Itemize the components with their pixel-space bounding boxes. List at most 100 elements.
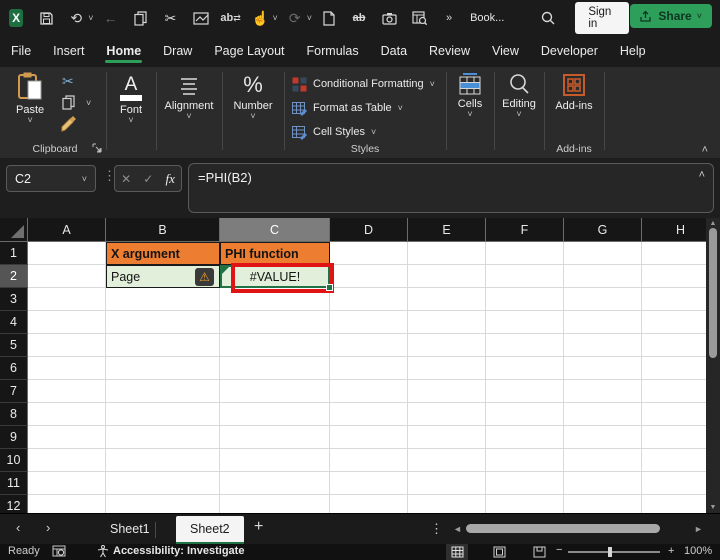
- cell-f4[interactable]: [486, 311, 564, 334]
- cell-f7[interactable]: [486, 380, 564, 403]
- cell-b7[interactable]: [106, 380, 220, 403]
- zoom-in-icon[interactable]: +: [668, 545, 674, 557]
- cell-f2[interactable]: [486, 265, 564, 288]
- cell-g11[interactable]: [564, 472, 642, 495]
- cell-c3[interactable]: [220, 288, 330, 311]
- cut-button[interactable]: ✂: [62, 73, 74, 90]
- cell-e10[interactable]: [408, 449, 486, 472]
- tab-insert[interactable]: Insert: [42, 38, 95, 66]
- column-header-d[interactable]: D: [330, 218, 408, 242]
- copy-dropdown-icon[interactable]: ˅: [86, 99, 91, 108]
- cell-a7[interactable]: [28, 380, 106, 403]
- column-header-g[interactable]: G: [564, 218, 642, 242]
- cell-g6[interactable]: [564, 357, 642, 380]
- cell-a6[interactable]: [28, 357, 106, 380]
- macro-record-icon[interactable]: [52, 545, 66, 557]
- cell-a9[interactable]: [28, 426, 106, 449]
- cut-icon[interactable]: ✂: [161, 6, 181, 30]
- cell-c4[interactable]: [220, 311, 330, 334]
- cell-d3[interactable]: [330, 288, 408, 311]
- cell-h6[interactable]: [642, 357, 706, 380]
- collapse-ribbon-icon[interactable]: ˄: [702, 144, 708, 156]
- cell-g7[interactable]: [564, 380, 642, 403]
- editing-dropdown-icon[interactable]: ˅: [516, 110, 521, 119]
- cell-b6[interactable]: [106, 357, 220, 380]
- cell-a5[interactable]: [28, 334, 106, 357]
- cell-e1[interactable]: [408, 242, 486, 265]
- cell-a2[interactable]: [28, 265, 106, 288]
- tab-draw[interactable]: Draw: [152, 38, 203, 66]
- cell-f5[interactable]: [486, 334, 564, 357]
- cell-e4[interactable]: [408, 311, 486, 334]
- number-button[interactable]: % Number ˅: [223, 73, 283, 121]
- sheet-tab-sheet2[interactable]: Sheet2: [176, 516, 244, 545]
- zoom-percentage[interactable]: 100%: [684, 545, 712, 557]
- save-icon[interactable]: [36, 6, 56, 30]
- cell-g10[interactable]: [564, 449, 642, 472]
- format-as-table-button[interactable]: Format as Table ˅: [292, 96, 403, 120]
- tab-data[interactable]: Data: [370, 38, 418, 66]
- column-header-a[interactable]: A: [28, 218, 106, 242]
- zoom-slider-thumb[interactable]: [608, 547, 612, 557]
- cell-g3[interactable]: [564, 288, 642, 311]
- cell-h8[interactable]: [642, 403, 706, 426]
- insert-function-icon[interactable]: fx: [166, 171, 175, 187]
- editing-button[interactable]: Editing ˅: [497, 73, 541, 119]
- cell-e12[interactable]: [408, 495, 486, 513]
- formula-input[interactable]: =PHI(B2) ˄: [188, 163, 714, 213]
- accessibility-status[interactable]: Accessibility: Investigate: [113, 545, 244, 557]
- cell-f6[interactable]: [486, 357, 564, 380]
- format-painter-button[interactable]: [60, 115, 77, 132]
- row-header-1[interactable]: 1: [0, 242, 28, 265]
- cell-d2[interactable]: [330, 265, 408, 288]
- cell-d11[interactable]: [330, 472, 408, 495]
- cell-h11[interactable]: [642, 472, 706, 495]
- row-header-2[interactable]: 2: [0, 265, 28, 288]
- scroll-down-icon[interactable]: ▼: [706, 504, 720, 511]
- name-box-dropdown-icon[interactable]: ˅: [82, 174, 87, 184]
- cell-h7[interactable]: [642, 380, 706, 403]
- cell-g8[interactable]: [564, 403, 642, 426]
- cell-h1[interactable]: [642, 242, 706, 265]
- sheet-tab-sheet1[interactable]: Sheet1: [96, 514, 164, 544]
- cell-g12[interactable]: [564, 495, 642, 513]
- cell-b9[interactable]: [106, 426, 220, 449]
- cell-a3[interactable]: [28, 288, 106, 311]
- fill-handle[interactable]: [326, 284, 333, 291]
- cell-c5[interactable]: [220, 334, 330, 357]
- tab-file[interactable]: File: [0, 38, 42, 66]
- sheet-next-icon[interactable]: ›: [46, 520, 50, 535]
- cell-c8[interactable]: [220, 403, 330, 426]
- cell-d12[interactable]: [330, 495, 408, 513]
- share-button[interactable]: Share ˅: [630, 4, 712, 28]
- replace-icon[interactable]: ab ⇄: [220, 6, 240, 30]
- collapse-formula-bar-icon[interactable]: ˄: [699, 169, 705, 181]
- cell-d10[interactable]: [330, 449, 408, 472]
- cell-a8[interactable]: [28, 403, 106, 426]
- cell-e6[interactable]: [408, 357, 486, 380]
- cell-d1[interactable]: [330, 242, 408, 265]
- row-header-6[interactable]: 6: [0, 357, 28, 380]
- search-icon[interactable]: [538, 6, 558, 30]
- number-dropdown-icon[interactable]: ˅: [250, 112, 255, 121]
- tab-home[interactable]: Home: [95, 38, 152, 66]
- cell-f9[interactable]: [486, 426, 564, 449]
- cell-c1[interactable]: PHI function: [220, 242, 330, 265]
- undo-dropdown-icon[interactable]: ˅: [88, 13, 93, 23]
- cell-c9[interactable]: [220, 426, 330, 449]
- touch-mode-icon[interactable]: ☝: [251, 6, 271, 30]
- cell-e2[interactable]: [408, 265, 486, 288]
- cell-b5[interactable]: [106, 334, 220, 357]
- cell-d7[interactable]: [330, 380, 408, 403]
- cell-g5[interactable]: [564, 334, 642, 357]
- tab-developer[interactable]: Developer: [530, 38, 609, 66]
- cell-h9[interactable]: [642, 426, 706, 449]
- cell-a1[interactable]: [28, 242, 106, 265]
- accessibility-icon[interactable]: [97, 545, 109, 558]
- cell-f1[interactable]: [486, 242, 564, 265]
- cell-d4[interactable]: [330, 311, 408, 334]
- tab-page-layout[interactable]: Page Layout: [203, 38, 295, 66]
- add-sheet-button[interactable]: +: [254, 518, 263, 536]
- vertical-scrollbar[interactable]: ▲ ▼: [706, 218, 720, 513]
- page-break-preview-icon[interactable]: [528, 544, 550, 560]
